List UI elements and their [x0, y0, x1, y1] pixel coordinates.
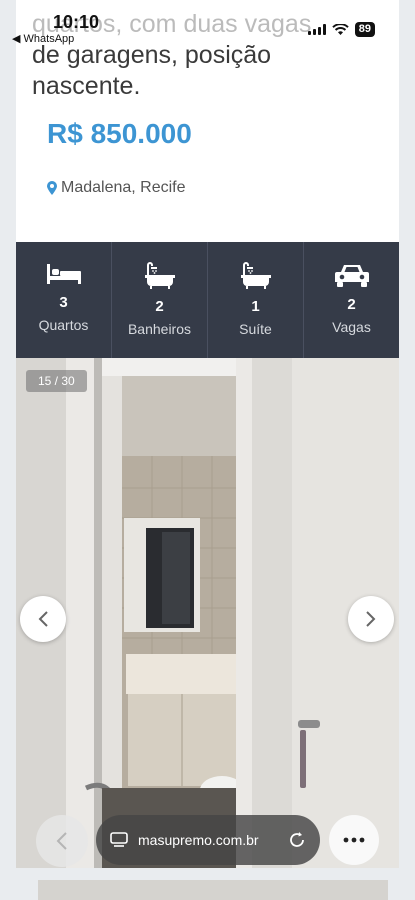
feature-parking: 2 Vagas	[304, 242, 399, 358]
listing-price: R$ 850.000	[47, 118, 192, 149]
wifi-icon	[332, 23, 349, 35]
gallery-photo[interactable]: 15 / 30	[16, 358, 399, 868]
browser-more-button[interactable]	[329, 815, 379, 865]
gallery-prev-button[interactable]	[20, 596, 66, 642]
url-text: masupremo.com.br	[138, 832, 259, 848]
battery-indicator: 89	[354, 22, 375, 37]
feature-bathrooms: 2 Banheiros	[112, 242, 208, 358]
chevron-left-icon	[56, 832, 67, 850]
feature-value: 1	[251, 298, 260, 315]
more-icon	[343, 837, 365, 843]
chevron-left-icon	[38, 611, 48, 627]
reload-icon[interactable]	[288, 831, 306, 849]
status-bar: 10:10 ◀ WhatsApp 89	[0, 0, 415, 46]
car-icon	[334, 265, 369, 287]
gallery-next-button[interactable]	[348, 596, 394, 642]
gallery-counter: 15 / 30	[26, 370, 87, 392]
features-bar: 3 Quartos 2 Banheiros 1 Suíte 2 Vagas	[16, 242, 399, 358]
location-text: Madalena, Recife	[61, 179, 186, 196]
feature-label: Quartos	[38, 317, 89, 333]
address-bar[interactable]: masupremo.com.br	[96, 815, 320, 865]
back-to-app-link[interactable]: ◀ WhatsApp	[12, 32, 74, 45]
feature-value: 3	[59, 294, 68, 311]
feature-bedrooms: 3 Quartos	[16, 242, 112, 358]
feature-value: 2	[347, 296, 356, 313]
chevron-right-icon	[366, 611, 376, 627]
browser-back-button[interactable]	[36, 815, 88, 867]
feature-suites: 1 Suíte	[208, 242, 304, 358]
bed-icon	[46, 264, 81, 284]
tabs-icon	[110, 832, 128, 847]
feature-label: Suíte	[239, 321, 272, 337]
bathtub-icon	[144, 262, 175, 289]
signal-icon	[307, 24, 326, 35]
listing-description: de garagens, posição nascente.	[32, 41, 272, 100]
bathroom-photo	[16, 358, 399, 868]
feature-value: 2	[155, 298, 164, 315]
feature-label: Vagas	[332, 319, 371, 335]
browser-toolbar: masupremo.com.br	[0, 812, 415, 868]
status-time: 10:10	[53, 12, 100, 32]
feature-label: Banheiros	[127, 321, 192, 337]
listing-location: Madalena, Recife	[47, 179, 186, 197]
map-pin-icon	[47, 181, 57, 195]
status-indicators: 89	[307, 22, 375, 37]
bathtub-icon	[240, 262, 271, 289]
next-photo-strip	[38, 880, 388, 900]
